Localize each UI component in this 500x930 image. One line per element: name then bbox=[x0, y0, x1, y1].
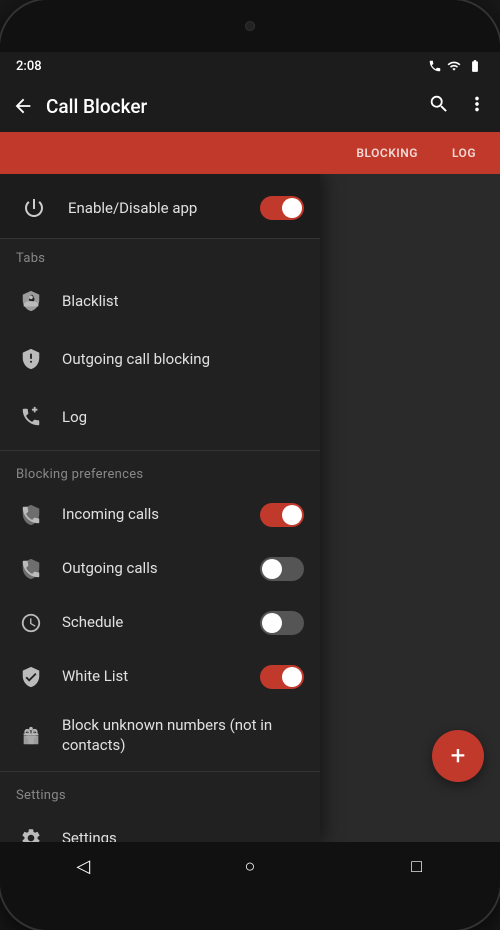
enable-disable-label: Enable/Disable app bbox=[68, 199, 244, 217]
phone-frame: 2:08 Call Blocker BLOCKING LOG bbox=[0, 0, 500, 930]
incoming-calls-label: Incoming calls bbox=[62, 505, 244, 525]
log-icon bbox=[16, 402, 46, 432]
nav-blacklist[interactable]: Blacklist bbox=[0, 272, 320, 330]
phone-bottom-bezel bbox=[0, 890, 500, 930]
schedule-icon bbox=[16, 608, 46, 638]
incoming-calls-toggle[interactable] bbox=[260, 503, 304, 527]
blacklist-icon bbox=[16, 286, 46, 316]
settings-icon bbox=[16, 823, 46, 842]
battery-icon bbox=[466, 59, 484, 73]
schedule-label: Schedule bbox=[62, 613, 244, 633]
outgoing-call-blocking-label: Outgoing call blocking bbox=[62, 350, 304, 368]
status-time: 2:08 bbox=[16, 59, 42, 74]
block-unknown-row[interactable]: Block unknown numbers (not in contacts) bbox=[0, 704, 320, 767]
fab-add-button[interactable]: + bbox=[432, 730, 484, 782]
notch-area bbox=[0, 0, 500, 52]
nav-outgoing-call-blocking[interactable]: Outgoing call blocking bbox=[0, 330, 320, 388]
wifi-icon bbox=[446, 59, 462, 73]
status-icons bbox=[428, 59, 484, 73]
nav-home-button[interactable]: ○ bbox=[230, 846, 270, 886]
tab-bar: BLOCKING LOG bbox=[0, 132, 500, 174]
nav-settings[interactable]: Settings bbox=[0, 809, 320, 842]
schedule-toggle[interactable] bbox=[260, 611, 304, 635]
nav-back-button[interactable]: ◁ bbox=[63, 846, 103, 886]
toolbar: Call Blocker bbox=[0, 80, 500, 132]
tabs-section-label: Tabs bbox=[0, 239, 320, 272]
call-status-icon bbox=[428, 59, 442, 73]
enable-toggle[interactable] bbox=[260, 196, 304, 220]
navigation-drawer: Enable/Disable app Tabs Blacklist Outgoi… bbox=[0, 174, 320, 842]
outgoing-calls-icon bbox=[16, 554, 46, 584]
white-list-row[interactable]: White List bbox=[0, 650, 320, 704]
camera bbox=[245, 21, 255, 31]
divider-1 bbox=[0, 450, 320, 451]
tab-blocking[interactable]: BLOCKING bbox=[340, 138, 434, 168]
content-area: Enable/Disable app Tabs Blacklist Outgoi… bbox=[0, 174, 500, 842]
settings-section-label: Settings bbox=[0, 776, 320, 809]
outgoing-calls-label: Outgoing calls bbox=[62, 559, 244, 579]
settings-label: Settings bbox=[62, 829, 304, 842]
navigation-bar: ◁ ○ □ bbox=[0, 842, 500, 890]
outgoing-call-blocking-icon bbox=[16, 344, 46, 374]
block-unknown-label: Block unknown numbers (not in contacts) bbox=[62, 716, 304, 755]
blacklist-label: Blacklist bbox=[62, 292, 304, 310]
white-list-toggle[interactable] bbox=[260, 665, 304, 689]
outgoing-calls-row[interactable]: Outgoing calls bbox=[0, 542, 320, 596]
blocking-section-label: Blocking preferences bbox=[0, 455, 320, 488]
block-unknown-icon bbox=[16, 721, 46, 751]
enable-disable-row[interactable]: Enable/Disable app bbox=[0, 174, 320, 239]
tab-log[interactable]: LOG bbox=[436, 138, 492, 168]
outgoing-calls-toggle[interactable] bbox=[260, 557, 304, 581]
white-list-label: White List bbox=[62, 667, 244, 687]
divider-2 bbox=[0, 771, 320, 772]
power-icon bbox=[16, 190, 52, 226]
nav-log[interactable]: Log bbox=[0, 388, 320, 446]
incoming-calls-icon bbox=[16, 500, 46, 530]
status-bar: 2:08 bbox=[0, 52, 500, 80]
toolbar-icons bbox=[428, 93, 488, 120]
toolbar-title: Call Blocker bbox=[46, 95, 428, 118]
more-options-button[interactable] bbox=[466, 93, 488, 120]
white-list-icon bbox=[16, 662, 46, 692]
back-button[interactable] bbox=[12, 95, 34, 117]
search-button[interactable] bbox=[428, 93, 450, 120]
schedule-row[interactable]: Schedule bbox=[0, 596, 320, 650]
log-label: Log bbox=[62, 408, 304, 426]
incoming-calls-row[interactable]: Incoming calls bbox=[0, 488, 320, 542]
nav-recents-button[interactable]: □ bbox=[397, 846, 437, 886]
